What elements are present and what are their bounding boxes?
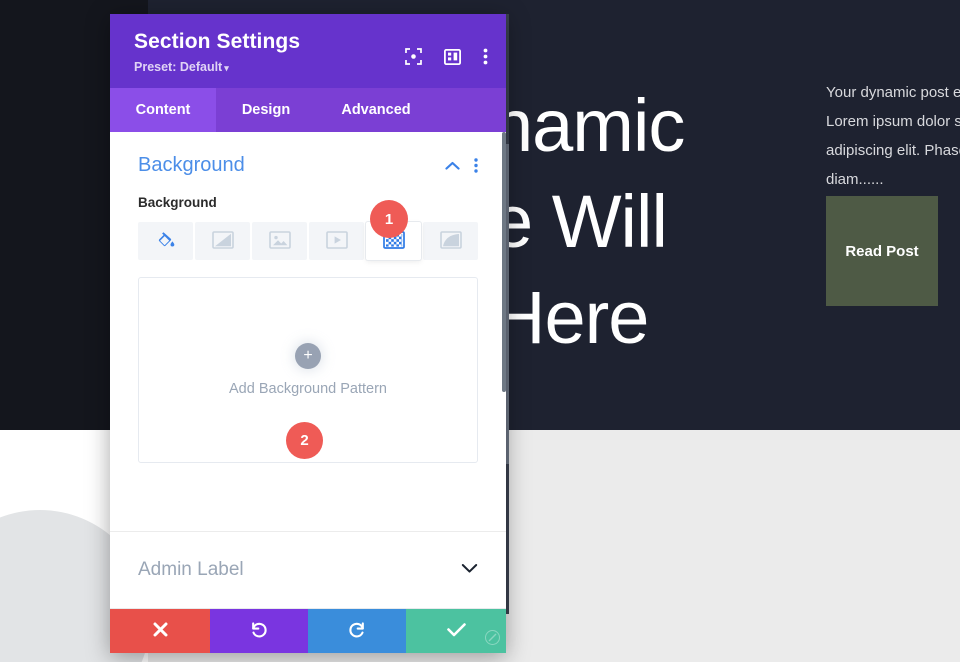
hero-heading-line-3: Here (492, 276, 649, 359)
background-section: Background Background + Add Background P… (110, 132, 506, 463)
section-settings-modal: Section Settings Preset: Default ▾ Conte… (110, 14, 506, 653)
hero-heading-line-1: namic (492, 84, 685, 167)
undo-button[interactable] (210, 609, 308, 653)
resize-handle-icon[interactable] (485, 630, 500, 648)
chevron-down-icon[interactable] (461, 561, 478, 579)
chevron-down-icon: ▾ (224, 63, 229, 73)
background-type-tabs (138, 222, 478, 260)
paint-bucket-icon (156, 230, 176, 253)
checkmark-icon (446, 621, 467, 641)
section-title: Background (138, 154, 245, 176)
more-vertical-icon[interactable] (483, 48, 488, 65)
focus-icon[interactable] (405, 48, 422, 65)
hero-body-line-2: Lorem ipsum dolor sit (826, 113, 960, 130)
section-header-icons (445, 158, 478, 173)
background-image-tab[interactable] (252, 222, 307, 260)
tab-design[interactable]: Design (216, 88, 316, 132)
background-color-tab[interactable] (138, 222, 193, 260)
tab-content[interactable]: Content (110, 88, 216, 132)
chevron-up-icon[interactable] (445, 161, 460, 171)
redo-button[interactable] (308, 609, 406, 653)
hero-body-line-3: adipiscing elit. Phasell (826, 142, 960, 159)
save-button[interactable] (406, 609, 506, 653)
hero-body-line-4: diam...... (826, 171, 884, 188)
tab-advanced[interactable]: Advanced (316, 88, 436, 132)
background-field-label: Background (138, 195, 217, 210)
undo-arrow-icon (249, 620, 269, 643)
more-vertical-icon[interactable] (474, 158, 478, 173)
read-post-button[interactable]: Read Post (826, 196, 938, 306)
close-x-icon (152, 621, 169, 641)
hero-heading-line-2: e Will (492, 180, 668, 263)
mask-icon (439, 230, 462, 252)
add-background-pattern-label: Add Background Pattern (229, 381, 387, 397)
plus-icon: + (295, 343, 321, 369)
modal-body: Background Background + Add Background P… (110, 132, 506, 609)
annotation-badge-2: 2 (286, 422, 323, 459)
gradient-icon (211, 230, 234, 252)
background-video-tab[interactable] (309, 222, 364, 260)
hero-body-line-1: Your dynamic post exc (826, 84, 960, 101)
modal-scrollbar-thumb[interactable] (502, 132, 506, 392)
annotation-badge-1: 1 (370, 200, 408, 238)
cancel-button[interactable] (110, 609, 210, 653)
preset-selector[interactable]: Preset: Default ▾ (134, 60, 229, 74)
redo-arrow-icon (347, 620, 367, 643)
modal-header-icons (405, 48, 488, 65)
background-section-header: Background (138, 154, 478, 177)
modal-scrollbar-track[interactable] (502, 132, 506, 608)
hero-heading: namic e Will Here (492, 78, 792, 366)
admin-label-section[interactable]: Admin Label (110, 531, 506, 608)
hero-body-text: Your dynamic post exc Lorem ipsum dolor … (826, 78, 960, 194)
video-icon (325, 230, 348, 252)
modal-header: Section Settings Preset: Default ▾ (110, 14, 506, 88)
preset-label: Preset: Default (134, 60, 223, 74)
modal-footer (110, 609, 506, 653)
background-mask-tab[interactable] (423, 222, 478, 260)
layout-panel-icon[interactable] (443, 48, 461, 65)
background-gradient-tab[interactable] (195, 222, 250, 260)
image-icon (268, 230, 291, 252)
admin-label-title: Admin Label (138, 559, 244, 580)
modal-tab-bar: Content Design Advanced (110, 88, 506, 132)
